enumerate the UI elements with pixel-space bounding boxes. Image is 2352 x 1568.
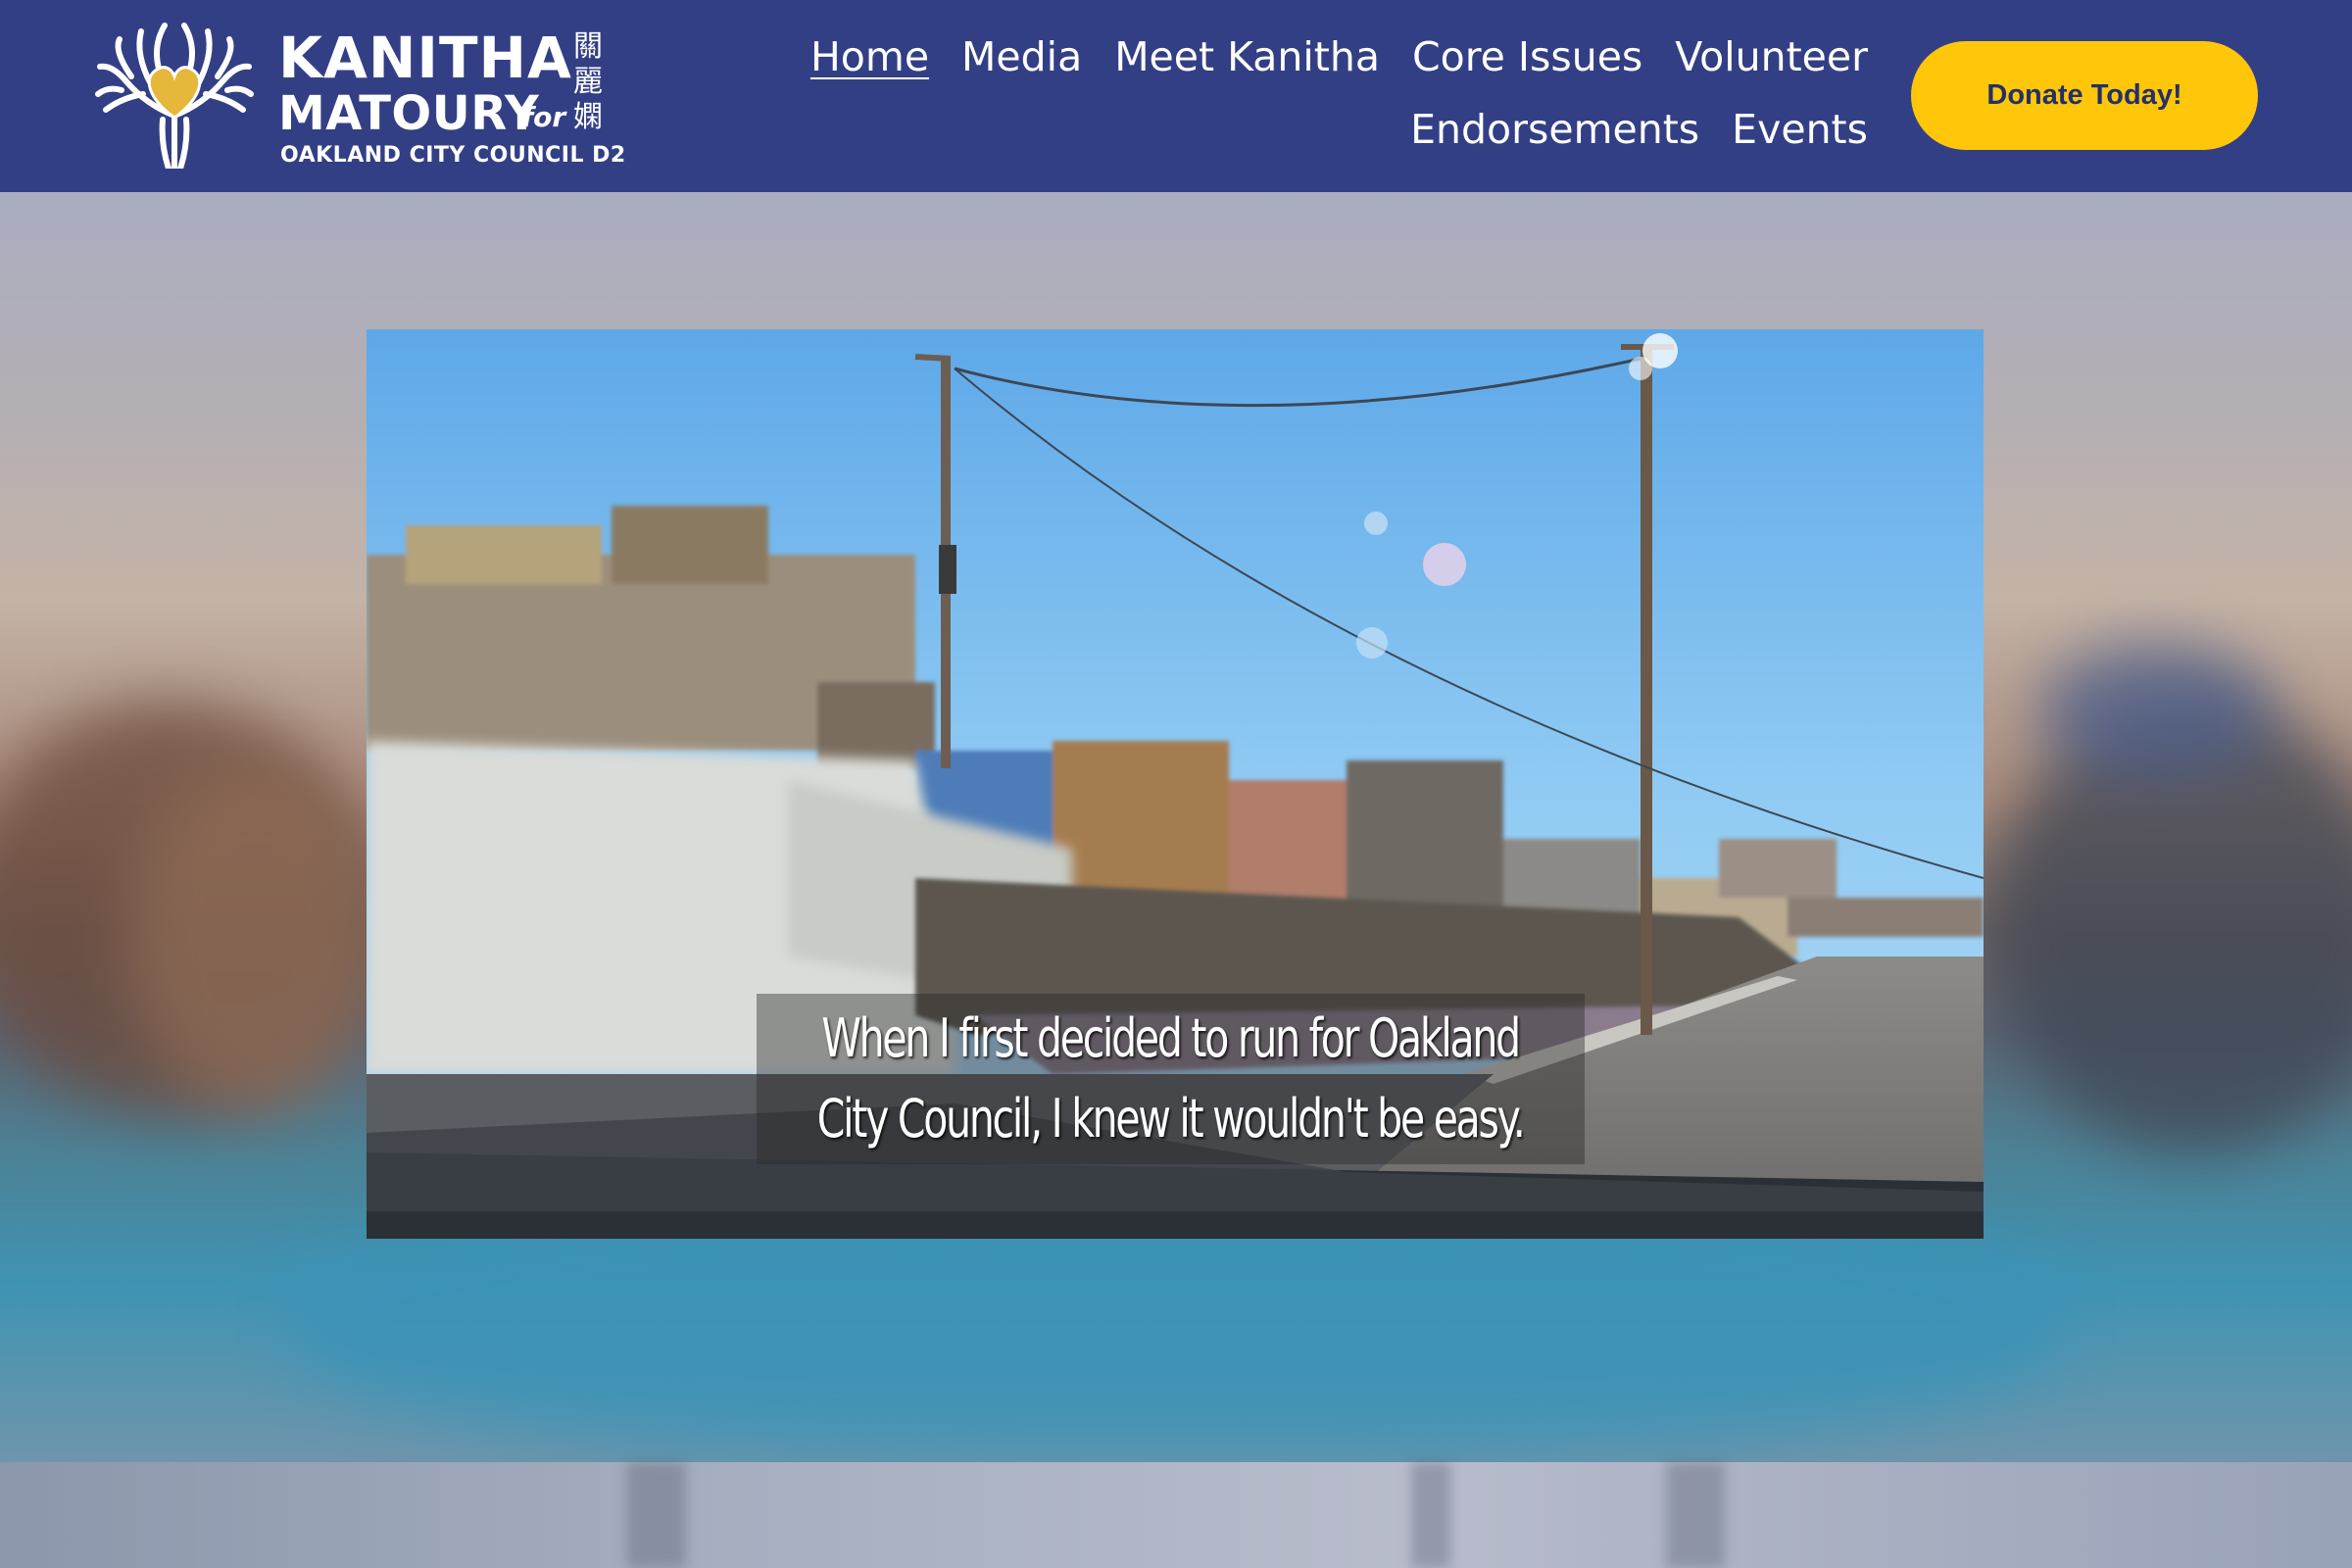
nav-row-primary: Home Media Meet Kanitha Core Issues Volu… bbox=[810, 29, 1868, 84]
nav-volunteer[interactable]: Volunteer bbox=[1675, 29, 1868, 84]
nav-events[interactable]: Events bbox=[1732, 102, 1868, 157]
video-caption-line: City Council, I knew it wouldn't be easy… bbox=[817, 1088, 1526, 1150]
donate-button[interactable]: Donate Today! bbox=[1911, 41, 2258, 150]
video-caption: When I first decided to run for Oakland … bbox=[757, 994, 1585, 1164]
site-header: KANITHA MATOURY for OAKLAND CITY COUNCIL… bbox=[0, 0, 2352, 192]
nav-core-issues[interactable]: Core Issues bbox=[1412, 29, 1642, 84]
logo-chinese-name: 關 麗 嫻 bbox=[570, 29, 606, 135]
campaign-logo[interactable]: KANITHA MATOURY for OAKLAND CITY COUNCIL… bbox=[92, 22, 625, 169]
hero-section: When I first decided to run for Oakland … bbox=[0, 192, 2352, 1462]
logo-chinese-char: 麗 bbox=[573, 65, 603, 99]
nav-row-secondary: Endorsements Events bbox=[1410, 102, 1868, 157]
logo-last-name: MATOURY bbox=[278, 86, 540, 141]
logo-subtitle: OAKLAND CITY COUNCIL D2 bbox=[280, 143, 626, 168]
nav-endorsements[interactable]: Endorsements bbox=[1410, 102, 1699, 157]
logo-for-word: for bbox=[521, 101, 566, 133]
video-caption-line: When I first decided to run for Oakland bbox=[821, 1007, 1522, 1069]
logo-chinese-char: 嫻 bbox=[573, 100, 603, 134]
heart-tree-icon bbox=[95, 23, 254, 169]
nav-meet-kanitha[interactable]: Meet Kanitha bbox=[1114, 29, 1380, 84]
nav-home[interactable]: Home bbox=[810, 29, 929, 84]
next-section-preview bbox=[0, 1462, 2352, 1568]
logo-first-name: KANITHA bbox=[278, 24, 572, 91]
nav-media[interactable]: Media bbox=[961, 29, 1082, 84]
campaign-video[interactable]: When I first decided to run for Oakland … bbox=[367, 329, 1984, 1239]
logo-chinese-char: 關 bbox=[573, 29, 603, 64]
